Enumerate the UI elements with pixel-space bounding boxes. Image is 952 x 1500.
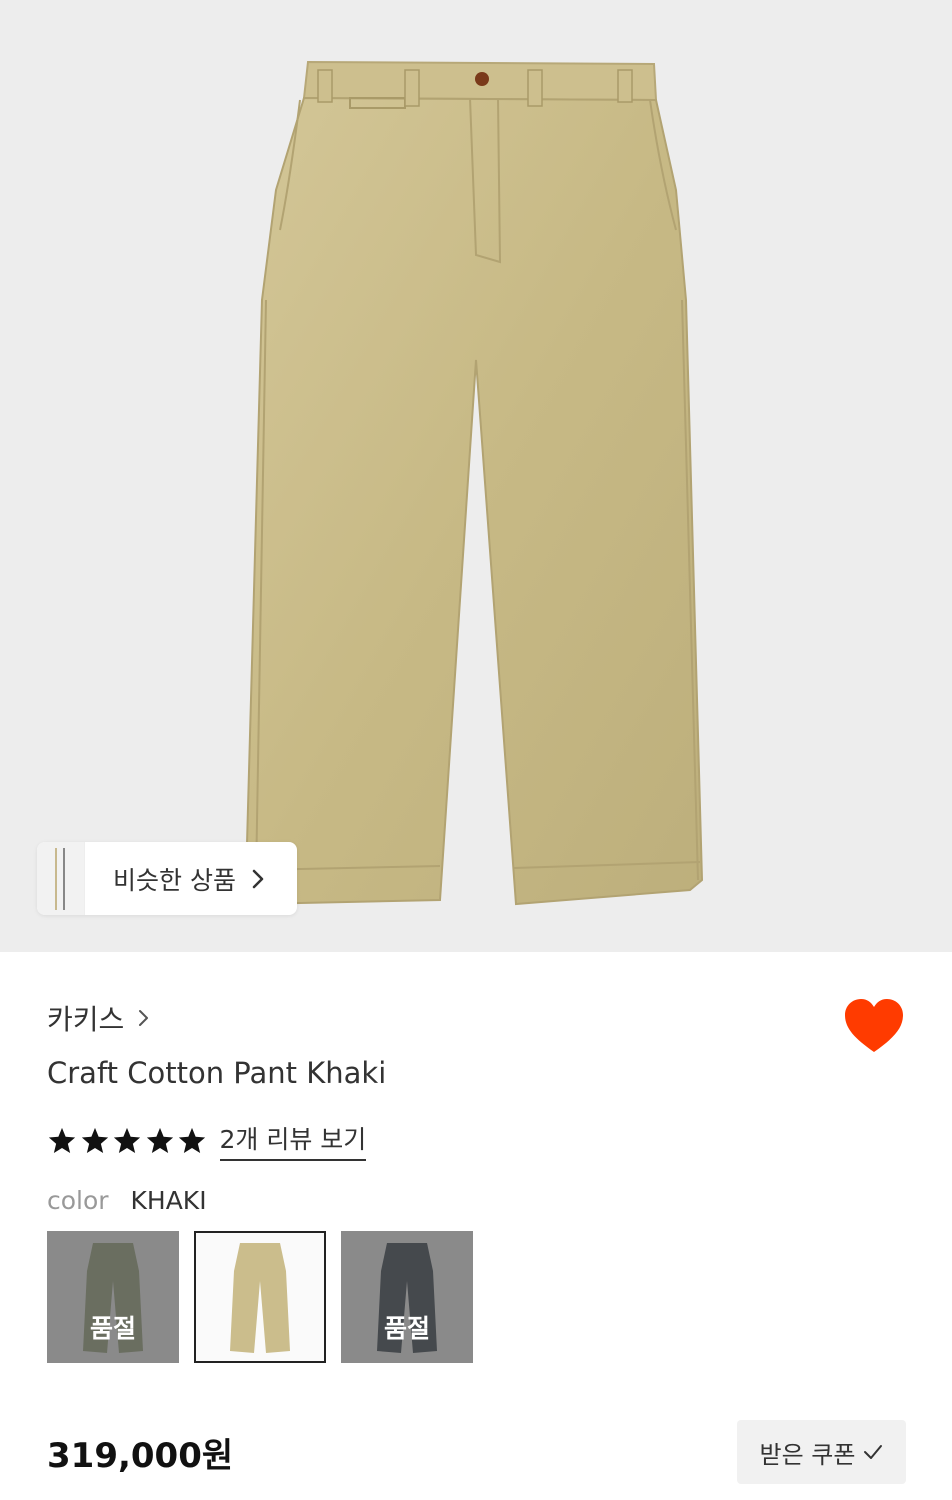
similar-products-label: 비슷한 상품	[113, 865, 236, 895]
swatch-olive[interactable]: 품절	[47, 1231, 179, 1363]
similar-products-button[interactable]: 비슷한 상품	[37, 842, 297, 915]
star-icon	[81, 1127, 108, 1153]
star-icon	[113, 1127, 141, 1153]
product-hero-image: 비슷한 상품	[0, 0, 952, 952]
product-price: 319,000원	[47, 1436, 234, 1476]
check-icon	[864, 1445, 883, 1459]
brand-name: 카키스	[47, 1003, 125, 1036]
received-coupon-button[interactable]: 받은 쿠폰	[737, 1420, 906, 1484]
star-icon	[48, 1127, 76, 1153]
product-title: Craft Cotton Pant Khaki	[47, 1056, 387, 1090]
wishlist-heart-icon[interactable]	[844, 998, 904, 1054]
khaki-pants-thumbnail	[230, 1243, 290, 1353]
coupon-label: 받은 쿠폰	[759, 1440, 856, 1469]
star-rating	[47, 1126, 210, 1156]
chevron-right-icon	[252, 869, 264, 888]
soldout-badge: 품절	[383, 1314, 430, 1343]
swatch-charcoal[interactable]: 품절	[341, 1231, 473, 1363]
soldout-badge: 품절	[89, 1314, 136, 1343]
color-swatches: 품절 품절	[47, 1231, 488, 1363]
view-reviews-link[interactable]: 2개 리뷰 보기	[219, 1120, 367, 1161]
color-value: KHAKI	[130, 1186, 207, 1215]
color-row: color KHAKI	[47, 1186, 207, 1215]
star-icon	[178, 1127, 206, 1153]
chevron-right-icon	[139, 1010, 149, 1026]
similar-thumbnail	[37, 842, 85, 915]
khaki-pants-image	[244, 60, 704, 906]
rating-row: 2개 리뷰 보기	[47, 1120, 367, 1161]
brand-link[interactable]: 카키스	[47, 998, 150, 1038]
swatch-khaki-selected[interactable]	[194, 1231, 326, 1363]
color-label: color	[47, 1186, 109, 1215]
star-icon	[146, 1127, 173, 1153]
